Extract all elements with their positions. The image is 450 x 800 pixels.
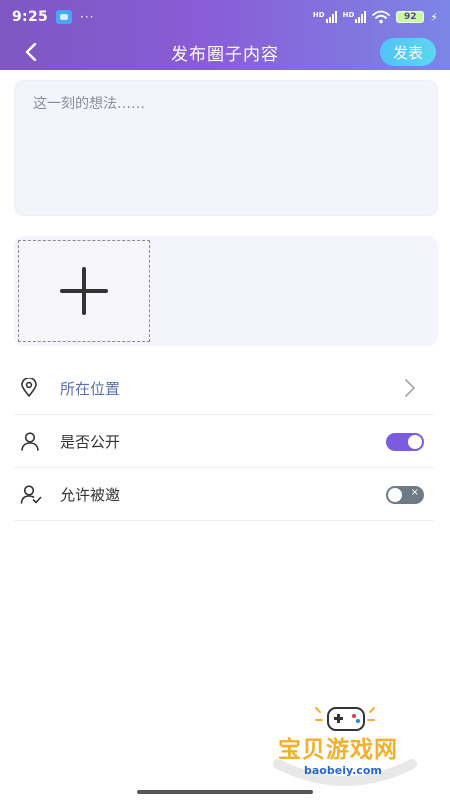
publish-button[interactable]: 发表 — [380, 38, 436, 66]
plus-icon — [60, 267, 108, 315]
image-upload-card — [14, 236, 438, 346]
signal-2: HD — [343, 11, 367, 23]
user-icon — [14, 431, 50, 451]
charging-icon: ⚡ — [430, 10, 438, 24]
location-label: 所在位置 — [60, 379, 121, 398]
watermark-url: baobeiy.com — [304, 764, 382, 777]
location-pin-icon — [14, 378, 50, 398]
home-indicator — [137, 790, 313, 794]
nav-bar: 发布圈子内容 发表 — [0, 34, 450, 70]
more-notifications-icon: ··· — [80, 10, 95, 24]
status-bar: 9:25 ··· HD HD 92 ⚡ — [0, 0, 450, 34]
post-text-input[interactable] — [33, 93, 419, 203]
back-button[interactable] — [18, 38, 46, 66]
toggle-knob — [388, 488, 402, 502]
hd-badge: HD — [312, 11, 325, 19]
toggle-off-x-icon: × — [410, 487, 419, 498]
status-time: 9:25 — [12, 9, 49, 25]
battery-icon: 92 — [396, 11, 425, 23]
hd-badge-2: HD — [342, 11, 355, 19]
toggle-knob — [408, 435, 422, 449]
user-check-icon — [14, 484, 50, 504]
signal-1: HD — [313, 11, 337, 23]
add-image-button[interactable] — [18, 240, 150, 342]
public-label: 是否公开 — [60, 432, 121, 451]
signal-icon-2 — [355, 11, 367, 23]
public-row: 是否公开 — [14, 415, 434, 468]
app-header: 9:25 ··· HD HD 92 ⚡ 发布圈子内容 发表 — [0, 0, 450, 70]
watermark-text: 宝贝游戏网 — [278, 737, 398, 763]
settings-list: 所在位置 是否公开 允许被邀 × — [14, 362, 434, 521]
signal-icon — [325, 11, 337, 23]
watermark: 宝贝游戏网 baobeiy.com — [270, 702, 420, 786]
wifi-icon — [372, 10, 391, 24]
location-row[interactable]: 所在位置 — [14, 362, 434, 415]
notification-app-icon — [56, 10, 73, 24]
page-title: 发布圈子内容 — [171, 44, 279, 65]
invite-row: 允许被邀 × — [14, 468, 434, 521]
invite-label: 允许被邀 — [60, 485, 121, 504]
chevron-left-icon — [25, 43, 37, 61]
invite-toggle[interactable]: × — [386, 486, 424, 504]
chevron-right-icon — [405, 379, 415, 397]
post-text-card — [14, 80, 438, 216]
public-toggle[interactable] — [386, 433, 424, 451]
